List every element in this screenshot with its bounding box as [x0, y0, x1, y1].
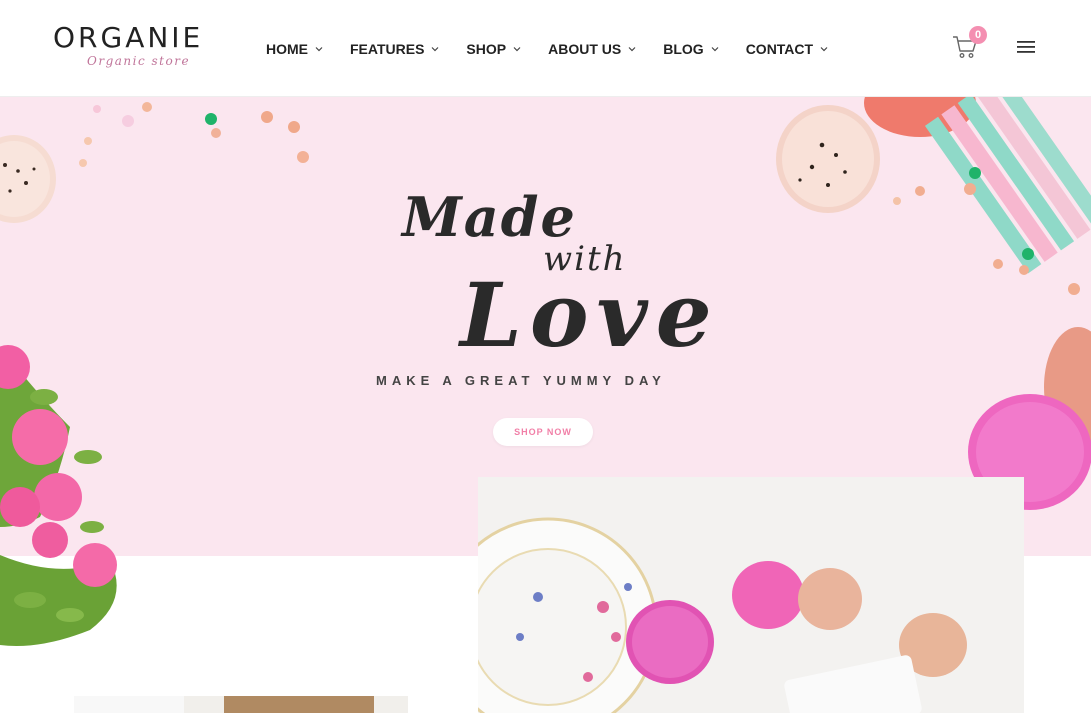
main-nav: HOME FEATURES SHOP ABOUT US BLOG CONTACT [266, 38, 855, 60]
nav-label: CONTACT [745, 41, 814, 57]
logo[interactable]: ORGANIE Organic store [53, 20, 218, 68]
chevron-down-icon [513, 47, 521, 52]
hero-title-love: Love [460, 263, 720, 367]
hero-tagline: MAKE A GREAT YUMMY DAY [376, 373, 666, 388]
nav-label: ABOUT US [548, 41, 622, 57]
chevron-down-icon [628, 47, 636, 52]
cookies-photo [74, 696, 408, 713]
nav-item-shop[interactable]: SHOP [466, 38, 521, 60]
chevron-down-icon [431, 47, 439, 52]
chevron-down-icon [315, 47, 323, 52]
logo-name: ORGANIE [53, 21, 204, 54]
nav-item-contact[interactable]: CONTACT [746, 38, 828, 60]
cart-count-badge: 0 [969, 26, 987, 44]
nav-label: BLOG [663, 41, 704, 57]
logo-tagline: Organic store [87, 54, 191, 68]
nav-label: FEATURES [350, 41, 425, 57]
macarons-teacup-photo [478, 477, 1024, 713]
nav-label: SHOP [466, 41, 507, 57]
nav-item-about-us[interactable]: ABOUT US [548, 38, 636, 60]
photo-illustration [478, 477, 1024, 713]
nav-item-home[interactable]: HOME [266, 38, 323, 60]
site-header: ORGANIE Organic store HOME FEATURES SHOP… [0, 0, 1091, 97]
chevron-down-icon [711, 47, 719, 52]
cookies-illustration [74, 696, 408, 713]
shop-now-button[interactable]: SHOP NOW [493, 418, 593, 446]
hamburger-menu-icon[interactable] [1016, 40, 1036, 54]
nav-label: HOME [266, 41, 308, 57]
nav-item-features[interactable]: FEATURES [350, 38, 439, 60]
chevron-down-icon [820, 47, 828, 52]
nav-item-blog[interactable]: BLOG [663, 38, 719, 60]
